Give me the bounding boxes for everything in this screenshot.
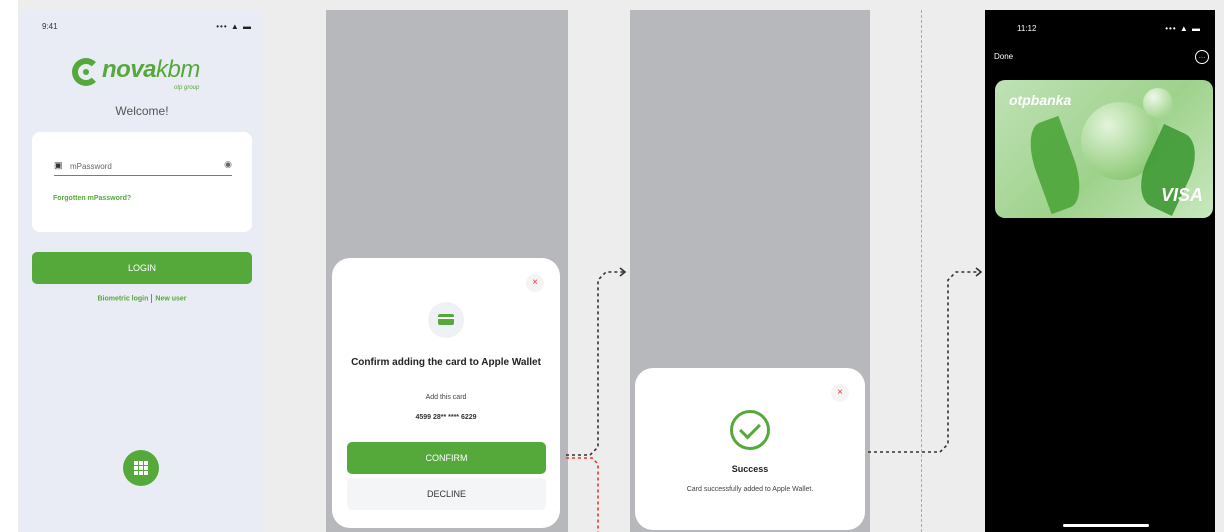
flow-arrow-success-to-wallet — [868, 271, 980, 453]
flow-reject-branch — [566, 457, 599, 532]
flow-arrow-confirm-to-success — [566, 271, 624, 456]
flow-arrow-head — [975, 267, 983, 277]
flow-connectors — [566, 267, 983, 532]
